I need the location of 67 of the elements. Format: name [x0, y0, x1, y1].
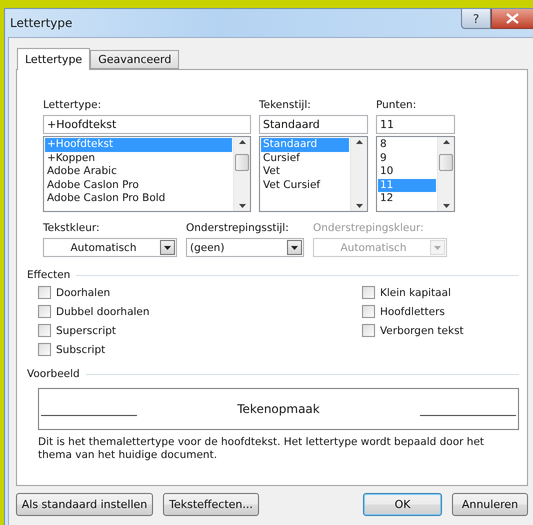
close-button[interactable]: [491, 9, 533, 29]
dialog-button[interactable]: OK: [363, 493, 442, 516]
field-label: Punten:: [376, 98, 418, 112]
scroll-down-icon[interactable]: [238, 204, 246, 208]
field-label: Tekstkleur:: [43, 221, 101, 235]
dropdown-value: (geen): [189, 242, 226, 254]
list-item[interactable]: Adobe Caslon Pro Bold: [45, 192, 232, 206]
input-field[interactable]: 11: [376, 115, 455, 134]
scroll-up-icon[interactable]: [442, 140, 450, 144]
checkbox-label: Subscript: [56, 344, 106, 356]
dialog-button[interactable]: Als standaard instellen: [16, 493, 153, 516]
scrollbar[interactable]: [233, 137, 250, 211]
checkbox-label: Superscript: [56, 324, 116, 336]
checkbox-label: Verborgen tekst: [380, 324, 464, 336]
checkbox[interactable]: [362, 324, 375, 337]
close-icon: [506, 13, 519, 24]
scrollbar[interactable]: [437, 137, 454, 211]
list-item[interactable]: +Koppen: [45, 152, 232, 165]
dialog-button[interactable]: Annuleren: [452, 493, 528, 516]
field-label: Lettertype:: [43, 98, 102, 112]
dropdown[interactable]: Automatisch: [43, 238, 177, 257]
scroll-thumb[interactable]: [235, 154, 249, 170]
section-title: Voorbeeld: [27, 368, 80, 380]
checkbox[interactable]: [38, 343, 51, 356]
tab[interactable]: Geavanceerd: [90, 50, 180, 69]
field-label: Onderstrepingsstijl:: [186, 221, 290, 235]
checkbox-label: Dubbel doorhalen: [56, 306, 150, 318]
scroll-up-icon[interactable]: [356, 140, 362, 144]
dropdown[interactable]: (geen): [186, 238, 304, 257]
description-text: Dit is het themalettertype voor de hoofdtekst. Het lettertype wordt bepaald door het thema van het huidige document.: [38, 436, 486, 462]
scrollbar[interactable]: [350, 137, 367, 211]
caret-icon: [434, 246, 441, 250]
caret-icon: [291, 246, 298, 250]
input-field[interactable]: +Hoofdtekst: [43, 115, 251, 134]
scroll-down-icon[interactable]: [356, 204, 362, 208]
dropdown-value: Automatisch: [70, 242, 138, 254]
checkbox[interactable]: [38, 324, 51, 337]
dialog-button[interactable]: Teksteffecten...: [163, 493, 259, 516]
checkbox-label: Hoofdletters: [380, 306, 445, 318]
section-title: Effecten: [27, 269, 70, 281]
caret-icon: [164, 246, 171, 250]
list-item[interactable]: 9: [378, 152, 436, 165]
list-item[interactable]: Cursief: [261, 152, 349, 165]
scroll-thumb[interactable]: [439, 154, 453, 170]
window-title: Lettertype: [10, 16, 74, 30]
field-label: Tekenstijl:: [259, 98, 312, 112]
tab[interactable]: Lettertype: [17, 48, 90, 70]
scroll-up-icon[interactable]: [238, 140, 246, 144]
list-item[interactable]: Adobe Caslon Pro: [45, 178, 232, 192]
list-item[interactable]: 12: [378, 192, 436, 206]
list-item[interactable]: Vet Cursief: [261, 178, 349, 192]
list-item[interactable]: 10: [378, 165, 436, 178]
list-item[interactable]: 8: [378, 138, 436, 152]
input-field[interactable]: Standaard: [259, 115, 368, 134]
help-button[interactable]: ?: [461, 9, 491, 29]
checkbox[interactable]: [38, 286, 51, 299]
list-item[interactable]: Vet: [261, 165, 349, 178]
checkbox-label: Doorhalen: [56, 286, 110, 298]
checkbox-label: Klein kapitaal: [380, 286, 451, 298]
field-label: Onderstrepingskleur:: [313, 221, 425, 235]
checkbox[interactable]: [38, 305, 51, 318]
sample-text: Tekenopmaak: [236, 402, 321, 416]
checkbox[interactable]: [362, 286, 375, 299]
checkbox[interactable]: [362, 305, 375, 318]
dropdown-value: Automatisch: [340, 242, 408, 254]
scroll-down-icon[interactable]: [442, 204, 450, 208]
list-item[interactable]: Adobe Arabic: [45, 165, 232, 178]
